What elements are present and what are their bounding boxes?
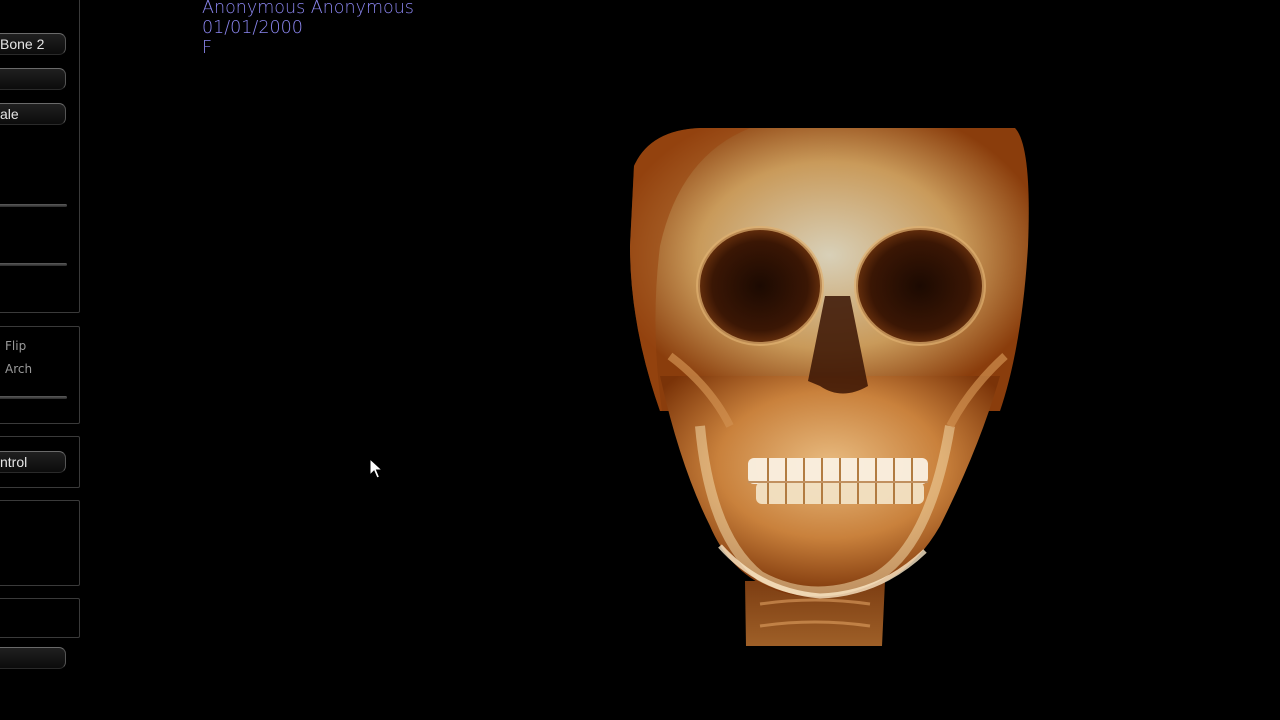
preset-button[interactable]: Bone 2 — [0, 33, 66, 55]
scale-button[interactable]: ale — [0, 103, 66, 125]
patient-name: Anonymous Anonymous — [202, 0, 414, 18]
skull-volume-render — [630, 128, 1029, 646]
patient-info: Anonymous Anonymous 01/01/2000 F — [202, 0, 414, 58]
patient-sex: F — [202, 38, 213, 58]
flip-option[interactable]: Flip — [5, 339, 26, 353]
arch-option[interactable]: Arch — [5, 362, 32, 376]
arch-slider[interactable] — [0, 396, 67, 399]
control-button[interactable]: ntrol — [0, 451, 66, 473]
teeth — [748, 458, 928, 504]
empty-panel — [0, 500, 80, 586]
opacity-slider[interactable] — [0, 204, 67, 207]
preset-empty-button[interactable] — [0, 68, 66, 90]
volume-render-viewport[interactable] — [620, 126, 1040, 648]
viewer-window: Bone 2 ale Flip Arch ntrol Anonymous Ano… — [0, 0, 1280, 720]
patient-dob: 01/01/2000 — [202, 18, 303, 38]
brightness-slider[interactable] — [0, 263, 67, 266]
bottom-button[interactable] — [0, 647, 66, 669]
small-panel — [0, 598, 80, 638]
pointer-arrow-icon — [369, 458, 383, 479]
